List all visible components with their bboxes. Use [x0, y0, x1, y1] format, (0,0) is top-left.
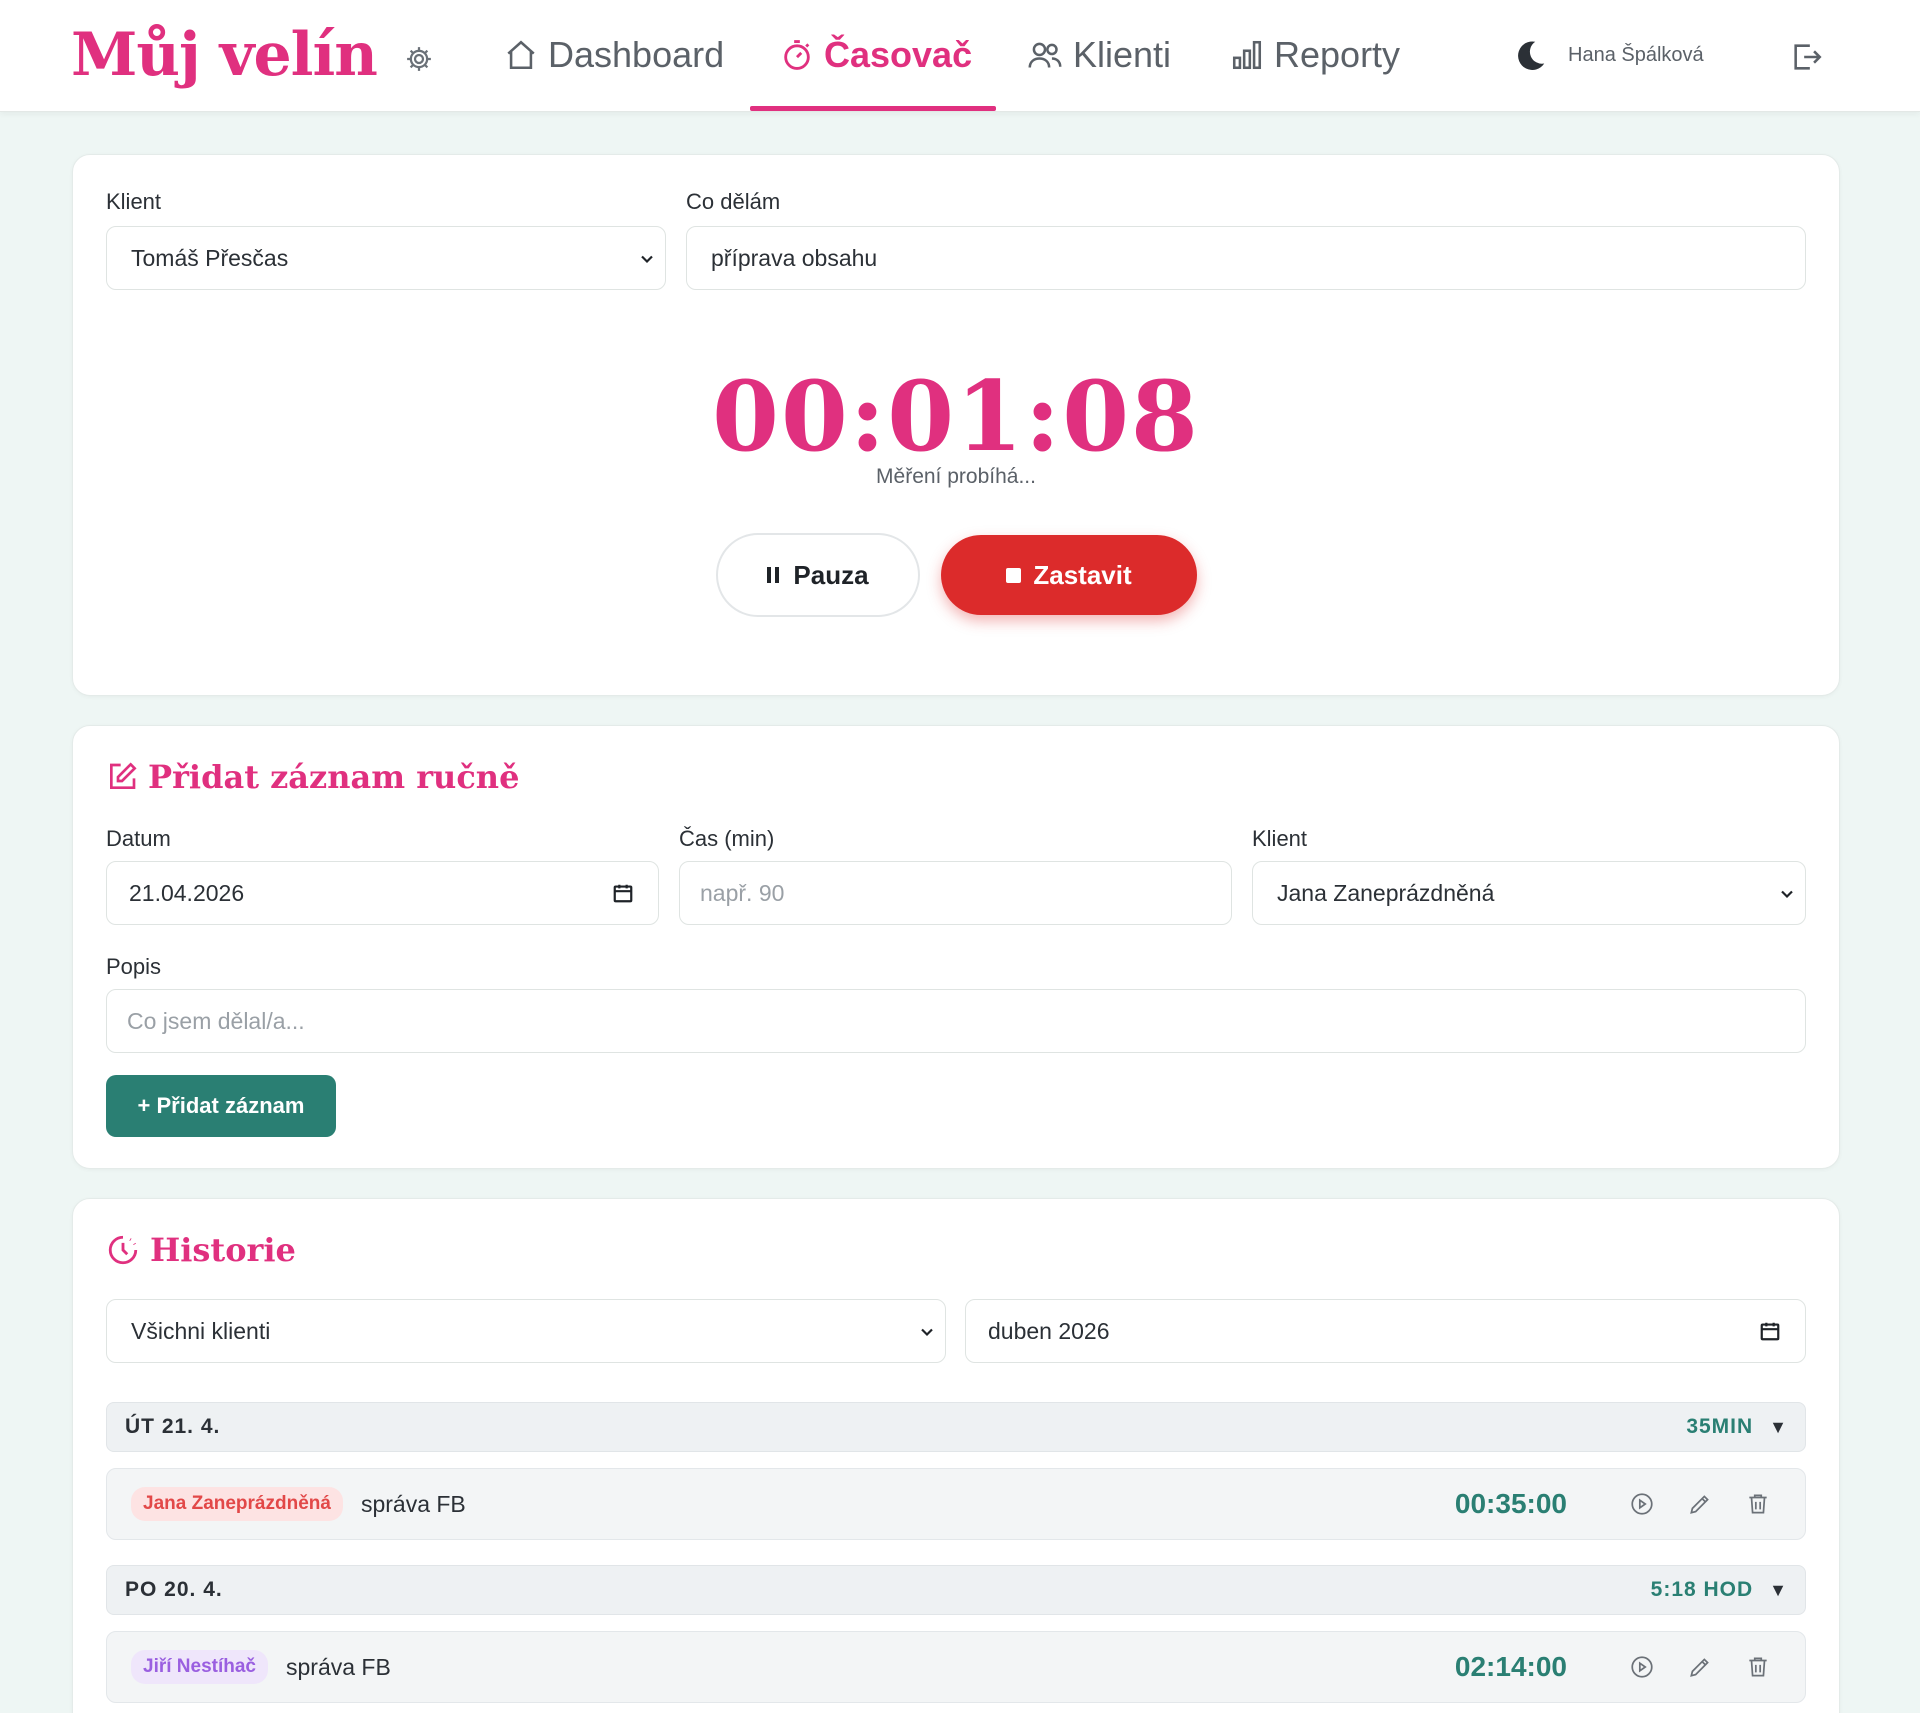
- stopwatch-icon: [784, 40, 810, 70]
- history-client-filter-value: Všichni klienti: [131, 1317, 271, 1344]
- pause-button[interactable]: Pauza: [716, 533, 920, 617]
- nav-item-label: Časovač: [824, 34, 973, 75]
- minutes-label: Čas (min): [679, 826, 775, 851]
- manual-client-select[interactable]: Jana Zaneprázdněná: [1252, 861, 1806, 925]
- entry-description: správa FB: [286, 1653, 391, 1680]
- minutes-input-placeholder: např. 90: [700, 879, 785, 906]
- stop-icon: [1006, 567, 1022, 583]
- trash-icon[interactable]: [1745, 1654, 1771, 1680]
- client-tag: Jiří Nestíhač: [131, 1650, 268, 1684]
- stop-button[interactable]: Zastavit: [941, 535, 1197, 615]
- add-entry-button[interactable]: + Přidat záznam: [106, 1075, 336, 1137]
- collapse-triangle-icon[interactable]: ▼: [1769, 1580, 1787, 1601]
- entry-duration: 00:35:00: [1454, 1488, 1567, 1519]
- day-total: 35MIN: [1686, 1415, 1754, 1438]
- users-icon: [1028, 42, 1062, 68]
- description-input-placeholder: Co jsem dělal/a...: [127, 1007, 305, 1034]
- manual-client-label: Klient: [1252, 826, 1308, 851]
- history-card: Historie Všichni klienti duben 2026 ÚT 2…: [72, 1198, 1840, 1713]
- history-title-text: Historie: [150, 1231, 296, 1269]
- date-label: Datum: [106, 826, 171, 851]
- date-input-value: 21.04.2026: [129, 879, 245, 906]
- stop-button-label: Zastavit: [1033, 559, 1132, 590]
- nav-item-label: Dashboard: [548, 34, 725, 75]
- nav-item-dashboard[interactable]: Dashboard: [504, 30, 724, 80]
- moon-icon[interactable]: [1512, 38, 1548, 74]
- entry-duration: 02:14:00: [1454, 1651, 1567, 1682]
- home-icon: [507, 40, 535, 70]
- top-navbar: Můj velín Dashboard Časovač Klienti Repo…: [0, 0, 1920, 112]
- nav-item-casovac[interactable]: Časovač: [780, 30, 972, 80]
- active-tab-indicator: [750, 106, 996, 111]
- chevron-down-icon: [1781, 890, 1793, 899]
- task-label: Co dělám: [686, 189, 781, 214]
- pencil-icon[interactable]: [1687, 1654, 1713, 1680]
- calendar-icon[interactable]: [1759, 1320, 1781, 1342]
- nav-item-klienti[interactable]: Klienti: [1027, 30, 1171, 80]
- gear-icon[interactable]: [404, 44, 434, 74]
- description-label: Popis: [106, 954, 162, 979]
- minutes-input[interactable]: např. 90: [679, 861, 1232, 925]
- app-logo[interactable]: Můj velín: [71, 20, 378, 90]
- chevron-down-icon: [641, 255, 653, 264]
- nav-item-label: Reporty: [1274, 34, 1401, 75]
- collapse-triangle-icon[interactable]: ▼: [1769, 1417, 1787, 1438]
- edit-note-icon: [110, 762, 137, 789]
- pause-button-label: Pauza: [793, 559, 869, 590]
- timer-card: Klient Tomáš Přesčas Co dělám příprava o…: [72, 154, 1840, 696]
- manual-entry-title: Přidat záznam ručně: [106, 758, 519, 796]
- day-group-header[interactable]: PO 20. 4. 5:18 HOD ▼: [106, 1565, 1806, 1615]
- pencil-icon[interactable]: [1687, 1491, 1713, 1517]
- calendar-icon[interactable]: [612, 882, 634, 904]
- nav-item-reporty[interactable]: Reporty: [1230, 30, 1400, 80]
- day-group-header[interactable]: ÚT 21. 4. 35MIN ▼: [106, 1402, 1806, 1452]
- history-title: Historie: [106, 1231, 296, 1269]
- history-entry: Jana Zaneprázdněná správa FB 00:35:00: [106, 1468, 1806, 1540]
- day-total: 5:18 HOD: [1650, 1578, 1754, 1601]
- timer-status: Měření probíhá...: [876, 465, 1036, 488]
- logout-icon[interactable]: [1790, 40, 1824, 74]
- user-name: Hana Špálková: [1568, 44, 1704, 66]
- history-month-filter[interactable]: duben 2026: [965, 1299, 1806, 1363]
- nav-item-label: Klienti: [1073, 34, 1172, 75]
- history-entry: Jiří Nestíhač správa FB 02:14:00: [106, 1631, 1806, 1703]
- entry-description: správa FB: [360, 1490, 466, 1517]
- timer-display: 00:01:08: [712, 360, 1200, 473]
- day-label: ÚT 21. 4.: [125, 1415, 221, 1438]
- client-select-value: Tomáš Přesčas: [131, 244, 289, 271]
- bar-chart-icon: [1232, 40, 1262, 70]
- manual-entry-card: Přidat záznam ručně Datum 21.04.2026 Čas…: [72, 725, 1840, 1169]
- client-select[interactable]: Tomáš Přesčas: [106, 226, 666, 290]
- date-input[interactable]: 21.04.2026: [106, 861, 659, 925]
- client-label: Klient: [106, 189, 162, 214]
- day-label: PO 20. 4.: [125, 1578, 223, 1601]
- play-circle-icon[interactable]: [1629, 1654, 1655, 1680]
- client-tag: Jana Zaneprázdněná: [131, 1487, 343, 1521]
- clock-icon: [108, 1235, 138, 1265]
- history-month-filter-value: duben 2026: [988, 1317, 1110, 1344]
- task-input[interactable]: příprava obsahu: [686, 226, 1806, 290]
- pause-icon: [767, 567, 780, 583]
- chevron-down-icon: [921, 1328, 933, 1337]
- trash-icon[interactable]: [1745, 1491, 1771, 1517]
- history-client-filter[interactable]: Všichni klienti: [106, 1299, 946, 1363]
- description-input[interactable]: Co jsem dělal/a...: [106, 989, 1806, 1053]
- task-input-value: příprava obsahu: [711, 244, 878, 271]
- manual-client-select-value: Jana Zaneprázdněná: [1277, 879, 1495, 906]
- manual-entry-title-text: Přidat záznam ručně: [148, 758, 520, 796]
- play-circle-icon[interactable]: [1629, 1491, 1655, 1517]
